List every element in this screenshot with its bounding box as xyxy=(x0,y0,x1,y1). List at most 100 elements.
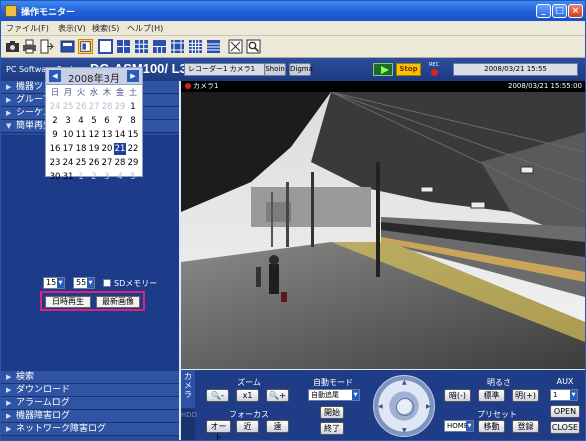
calendar-next-button[interactable]: ▶ xyxy=(127,70,139,82)
chip-digma[interactable]: Digma xyxy=(289,63,313,76)
auto-start-button[interactable]: 開始 xyxy=(320,406,344,419)
calendar-day[interactable]: 28 xyxy=(114,157,126,169)
calendar-day[interactable]: 2 xyxy=(49,115,61,127)
latest-image-button[interactable]: 最新画像 xyxy=(96,296,140,308)
brightness-dark-button[interactable]: 暗(-) xyxy=(444,389,471,402)
sidebar-item-search[interactable]: ▶ 検索 xyxy=(1,371,179,384)
minimize-button[interactable]: _ xyxy=(536,4,551,18)
calendar-day[interactable]: 29 xyxy=(127,157,139,169)
calendar-day[interactable]: 24 xyxy=(49,101,61,113)
focus-auto-button[interactable]: オート xyxy=(206,420,231,440)
calendar-day[interactable]: 1 xyxy=(127,101,139,113)
brightness-light-button[interactable]: 明(+) xyxy=(512,389,539,402)
layout-list-icon[interactable] xyxy=(206,39,221,54)
zoom-icon[interactable] xyxy=(246,39,261,54)
sd-memory-checkbox[interactable] xyxy=(103,279,111,287)
camera-tab[interactable]: カメラ xyxy=(181,370,195,408)
calendar-day[interactable]: 27 xyxy=(88,101,100,113)
print-icon[interactable] xyxy=(22,39,37,54)
minute-select[interactable]: 55 ▼ xyxy=(73,277,95,289)
auto-mode-select[interactable]: 自動追尾 ▼ xyxy=(308,389,360,401)
focus-near-button[interactable]: 近 xyxy=(236,420,259,433)
calendar-day[interactable]: 4 xyxy=(114,171,126,183)
calendar-day[interactable]: 9 xyxy=(49,129,61,141)
dial-center[interactable] xyxy=(396,398,414,416)
calendar-day[interactable]: 13 xyxy=(101,129,113,141)
close-button[interactable]: × xyxy=(568,4,583,18)
calendar-day[interactable]: 26 xyxy=(88,157,100,169)
pan-tilt-dial[interactable]: ▲ ▼ ◀ ▶ xyxy=(373,375,435,437)
menu-search[interactable]: 検索(S) xyxy=(92,23,119,34)
calendar-prev-button[interactable]: ◀ xyxy=(49,70,61,82)
zoom-x1-button[interactable]: x1 xyxy=(236,389,259,402)
layout-16-icon[interactable] xyxy=(188,39,203,54)
calendar-day[interactable]: 7 xyxy=(114,115,126,127)
fullscreen-icon[interactable] xyxy=(228,39,243,54)
aux-select[interactable]: 1 ▼ xyxy=(550,389,578,401)
calendar-day[interactable]: 29 xyxy=(114,101,126,113)
layout-10-icon[interactable] xyxy=(152,39,167,54)
menu-help[interactable]: ヘルプ(H) xyxy=(127,23,163,34)
recorder-camera-field[interactable]: レコーダー1 カメラ1 xyxy=(184,63,268,76)
aux-close-button[interactable]: CLOSE xyxy=(550,421,580,434)
zoom-out-button[interactable]: 🔍- xyxy=(206,389,229,402)
calendar-day[interactable]: 2 xyxy=(88,171,100,183)
calendar-day[interactable]: 27 xyxy=(101,157,113,169)
calendar-day[interactable]: 11 xyxy=(75,129,87,141)
calendar-day[interactable]: 25 xyxy=(75,157,87,169)
hdd-tab[interactable]: HDD xyxy=(181,409,197,440)
calendar-day[interactable]: 30 xyxy=(49,171,61,183)
video-view[interactable]: カメラ1 2008/03/21 15:55:00 xyxy=(181,81,585,369)
calendar-day[interactable]: 23 xyxy=(49,157,61,169)
sidebar-item-alarm-log[interactable]: ▶ アラームログ xyxy=(1,397,179,410)
zoom-in-button[interactable]: 🔍+ xyxy=(266,389,289,402)
menu-file[interactable]: ファイル(F) xyxy=(6,23,49,34)
hour-select[interactable]: 15 ▼ xyxy=(43,277,65,289)
play-button[interactable] xyxy=(373,63,393,76)
single-view-icon[interactable] xyxy=(60,39,75,54)
calendar-day[interactable]: 26 xyxy=(75,101,87,113)
aux-open-button[interactable]: OPEN xyxy=(550,405,580,418)
chip-shoin[interactable]: Shoin xyxy=(264,63,286,76)
calendar-day[interactable]: 16 xyxy=(49,143,61,155)
calendar-day[interactable]: 3 xyxy=(101,171,113,183)
calendar-day-selected[interactable]: 21 xyxy=(114,143,126,155)
camera-icon[interactable] xyxy=(5,39,20,54)
calendar-day[interactable]: 6 xyxy=(101,115,113,127)
preset-move-button[interactable]: 移動 xyxy=(478,420,505,433)
menu-view[interactable]: 表示(V) xyxy=(58,23,86,34)
maximize-button[interactable]: □ xyxy=(552,4,567,18)
calendar-day[interactable]: 28 xyxy=(101,101,113,113)
auto-end-button[interactable]: 終了 xyxy=(320,422,344,435)
preset-select[interactable]: HOME ▼ xyxy=(444,420,474,432)
sidebar-item-download[interactable]: ▶ ダウンロード xyxy=(1,384,179,397)
preset-register-button[interactable]: 登録 xyxy=(512,420,539,433)
calendar-day[interactable]: 15 xyxy=(127,129,139,141)
sidebar-item-network-error-log[interactable]: ▶ ネットワーク障害ログ xyxy=(1,423,179,436)
stop-button[interactable]: Stop xyxy=(396,63,421,76)
brightness-standard-button[interactable]: 標準 xyxy=(478,389,505,402)
calendar-day[interactable]: 22 xyxy=(127,143,139,155)
calendar-day[interactable]: 31 xyxy=(62,171,74,183)
calendar-day[interactable]: 14 xyxy=(114,129,126,141)
calendar-day[interactable]: 5 xyxy=(127,171,139,183)
datetime-play-button[interactable]: 日時再生 xyxy=(45,296,91,308)
layout-4-icon[interactable] xyxy=(116,39,131,54)
calendar-day[interactable]: 4 xyxy=(75,115,87,127)
calendar-day[interactable]: 24 xyxy=(62,157,74,169)
calendar-day[interactable]: 12 xyxy=(88,129,100,141)
exit-icon[interactable] xyxy=(39,39,54,54)
calendar-day[interactable]: 18 xyxy=(75,143,87,155)
layout-1-icon[interactable] xyxy=(98,39,113,54)
calendar-day[interactable]: 19 xyxy=(88,143,100,155)
focus-far-button[interactable]: 遠 xyxy=(266,420,289,433)
calendar-day[interactable]: 8 xyxy=(127,115,139,127)
sidebar-item-device-error-log[interactable]: ▶ 機器障害ログ xyxy=(1,410,179,423)
calendar-day[interactable]: 3 xyxy=(62,115,74,127)
calendar-day[interactable]: 5 xyxy=(88,115,100,127)
calendar-day[interactable]: 10 xyxy=(62,129,74,141)
calendar-day[interactable]: 1 xyxy=(75,171,87,183)
calendar-day[interactable]: 25 xyxy=(62,101,74,113)
split-view-icon[interactable] xyxy=(78,39,93,54)
calendar-day[interactable]: 20 xyxy=(101,143,113,155)
